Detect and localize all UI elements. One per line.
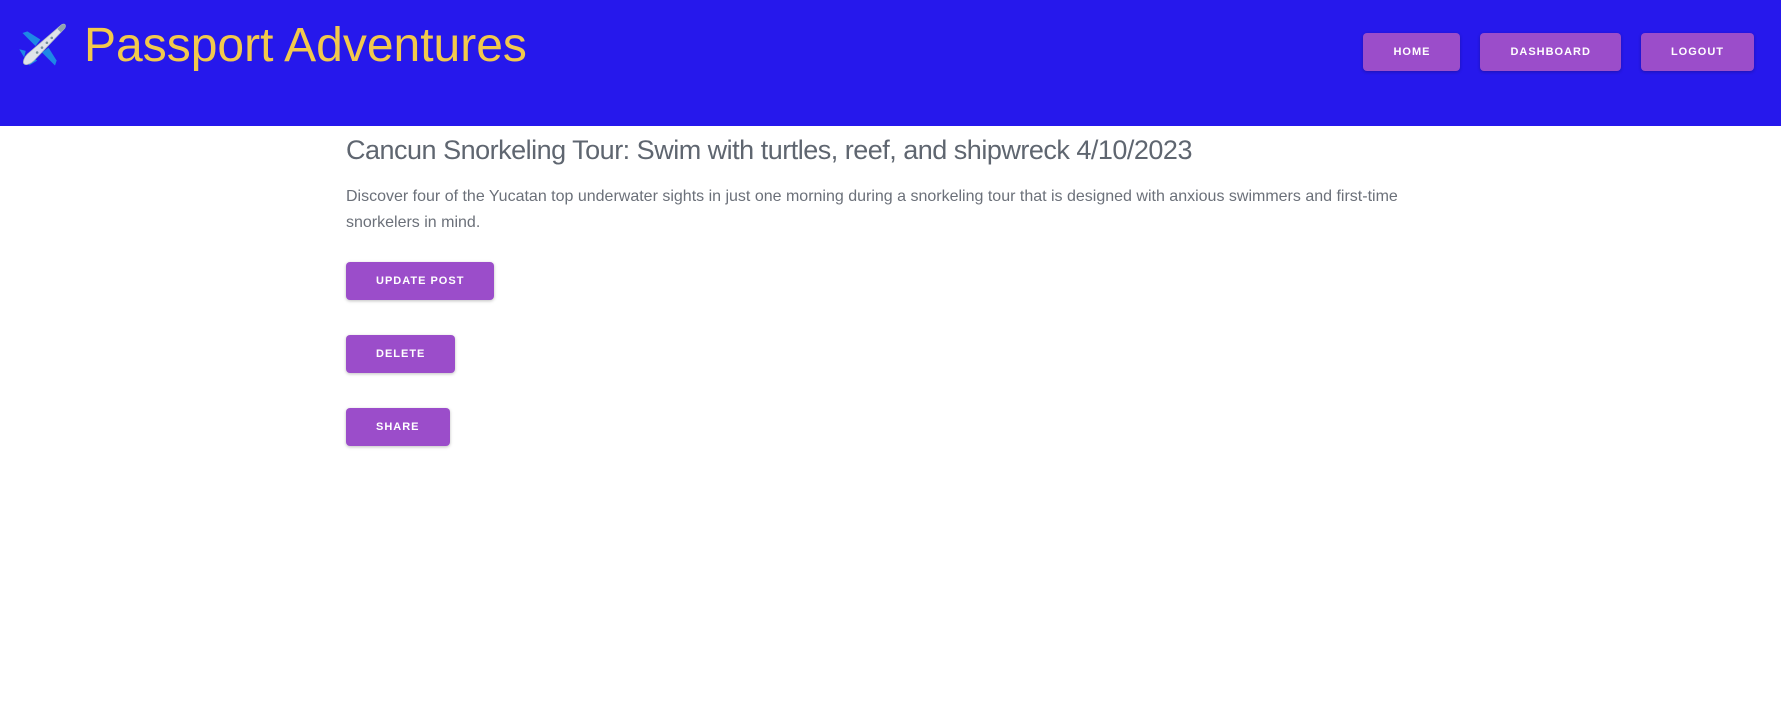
post-actions: UPDATE POST DELETE SHARE bbox=[346, 262, 1446, 446]
share-button[interactable]: SHARE bbox=[346, 408, 450, 446]
main-nav: HOME DASHBOARD LOGOUT bbox=[1363, 33, 1754, 71]
update-post-button[interactable]: UPDATE POST bbox=[346, 262, 495, 300]
logout-button[interactable]: LOGOUT bbox=[1640, 33, 1754, 71]
site-header: Passport Adventures HOME DASHBOARD LOGOU… bbox=[0, 0, 1781, 126]
post-body: Discover four of the Yucatan top underwa… bbox=[346, 188, 1398, 231]
post-title: Cancun Snorkeling Tour: Swim with turtle… bbox=[346, 135, 1192, 165]
brand-title[interactable]: Passport Adventures bbox=[84, 18, 527, 74]
delete-button[interactable]: DELETE bbox=[346, 335, 456, 373]
home-button[interactable]: HOME bbox=[1363, 33, 1461, 71]
airplane-icon bbox=[19, 23, 66, 66]
dashboard-button[interactable]: DASHBOARD bbox=[1480, 33, 1621, 71]
post-detail: Cancun Snorkeling Tour: Swim with turtle… bbox=[346, 126, 1446, 446]
brand[interactable]: Passport Adventures bbox=[16, 18, 527, 74]
